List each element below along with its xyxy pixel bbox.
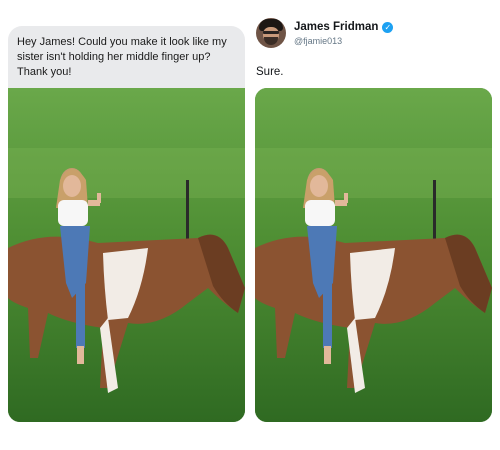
verified-badge-icon: ✓ <box>382 21 394 33</box>
author-handle[interactable]: @fjamie013 <box>294 36 342 46</box>
avatar[interactable] <box>256 18 286 48</box>
request-message-text: Hey James! Could you make it look like m… <box>17 36 227 78</box>
author-name[interactable]: James Fridman <box>294 21 378 33</box>
reply-text: Sure. <box>256 66 284 78</box>
edited-photo <box>255 88 492 422</box>
original-photo <box>8 88 245 422</box>
author-header: James Fridman ✓ @fjamie013 <box>256 18 496 54</box>
request-message-bubble: Hey James! Could you make it look like m… <box>8 26 245 88</box>
